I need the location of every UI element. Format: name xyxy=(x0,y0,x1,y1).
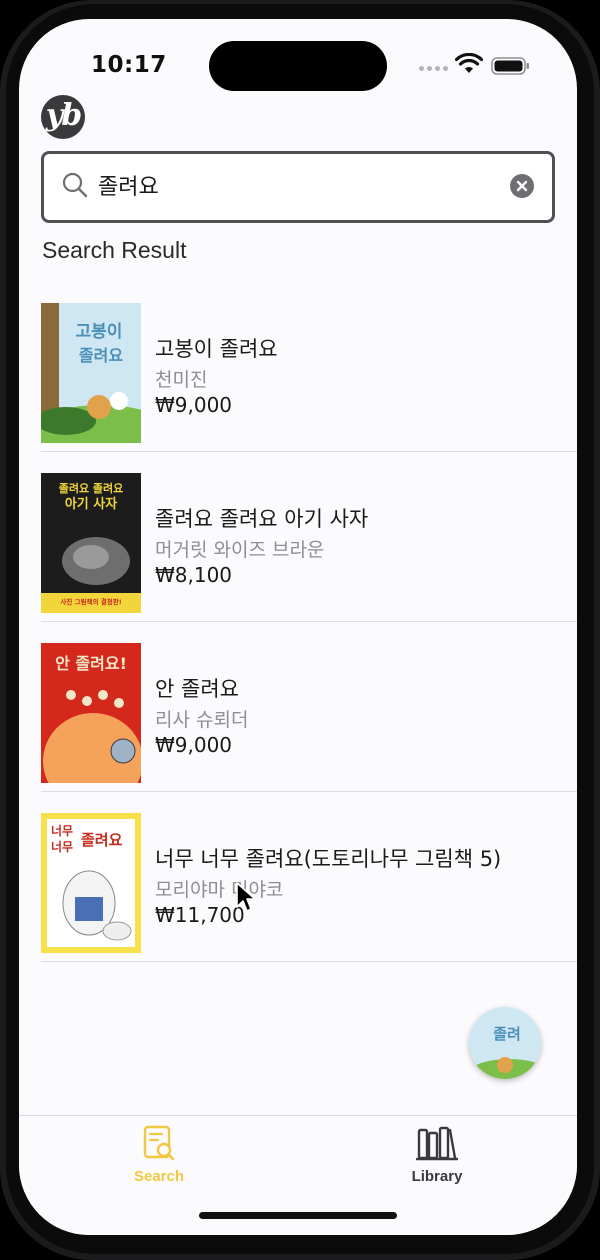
tab-library[interactable]: Library xyxy=(377,1124,497,1185)
book-title: 너무 너무 졸려요(도토리나무 그림책 5) xyxy=(155,847,502,871)
book-price: ₩8,100 xyxy=(155,563,233,587)
battery-icon xyxy=(491,57,529,75)
tab-label: Library xyxy=(411,1168,463,1185)
home-indicator xyxy=(199,1212,397,1219)
book-author: 모리야마 미야코 xyxy=(155,879,284,901)
book-title: 안 졸려요 xyxy=(155,677,239,701)
now-playing-thumbnail[interactable]: 졸려 xyxy=(469,1007,541,1079)
svg-text:안 졸려요!: 안 졸려요! xyxy=(55,654,127,673)
result-item[interactable]: 너무 너무 졸려요 너무 너무 졸려요(도토리나무 그림책 5) 모리야마 미야… xyxy=(41,801,577,971)
result-item[interactable]: 안 졸려요! 안 졸려요 리사 슈뢰더 ₩9,000 xyxy=(41,631,577,801)
svg-text:졸려요 졸려요: 졸려요 졸려요 xyxy=(59,481,124,495)
book-price: ₩9,000 xyxy=(155,733,233,757)
book-cover: 고봉이 졸려요 xyxy=(41,303,141,443)
book-price: ₩11,700 xyxy=(155,903,245,927)
search-box[interactable] xyxy=(41,151,555,223)
tab-search[interactable]: Search xyxy=(99,1124,219,1185)
book-author: 머거릿 와이즈 브라운 xyxy=(155,539,325,561)
cellular-signal-icon xyxy=(419,66,448,71)
tab-label: Search xyxy=(133,1168,185,1185)
dynamic-island xyxy=(209,41,387,91)
book-author: 천미진 xyxy=(155,369,208,391)
svg-text:너무: 너무 xyxy=(51,823,73,838)
result-item[interactable]: 졸려요 졸려요 아기 사자 사진 그림책의 결정판! 졸려요 졸려요 아기 사자… xyxy=(41,461,577,631)
app-logo: yb xyxy=(41,95,85,139)
book-title: 졸려요 졸려요 아기 사자 xyxy=(155,507,369,531)
book-author: 리사 슈뢰더 xyxy=(155,709,249,731)
svg-text:너무: 너무 xyxy=(51,839,73,854)
wifi-icon xyxy=(455,53,483,73)
section-title: Search Result xyxy=(42,237,187,263)
phone-screen: 10:17 yb Search Result xyxy=(19,19,577,1235)
divider xyxy=(41,621,577,622)
svg-text:사진 그림책의 결정판!: 사진 그림책의 결정판! xyxy=(60,597,121,606)
book-cover: 졸려요 졸려요 아기 사자 사진 그림책의 결정판! xyxy=(41,473,141,613)
svg-text:고봉이: 고봉이 xyxy=(76,322,123,342)
search-book-icon xyxy=(143,1125,175,1161)
book-title: 고봉이 졸려요 xyxy=(155,337,278,361)
result-item[interactable]: 고봉이 졸려요 고봉이 졸려요 천미진 ₩9,000 xyxy=(41,291,577,461)
book-price: ₩9,000 xyxy=(155,393,233,417)
search-input[interactable] xyxy=(98,168,498,202)
book-cover: 안 졸려요! xyxy=(41,643,141,783)
svg-text:졸려: 졸려 xyxy=(493,1025,521,1043)
cursor-icon xyxy=(236,882,256,912)
divider xyxy=(41,791,577,792)
svg-text:아기 사자: 아기 사자 xyxy=(65,496,117,512)
clear-search-icon[interactable] xyxy=(510,174,534,198)
divider xyxy=(41,961,577,962)
status-time: 10:17 xyxy=(91,52,167,78)
library-icon xyxy=(415,1126,459,1161)
book-cover: 너무 너무 졸려요 xyxy=(41,813,141,953)
search-icon xyxy=(62,172,88,198)
divider xyxy=(41,451,577,452)
svg-text:졸려요: 졸려요 xyxy=(79,346,123,365)
svg-text:졸려요: 졸려요 xyxy=(81,831,123,849)
